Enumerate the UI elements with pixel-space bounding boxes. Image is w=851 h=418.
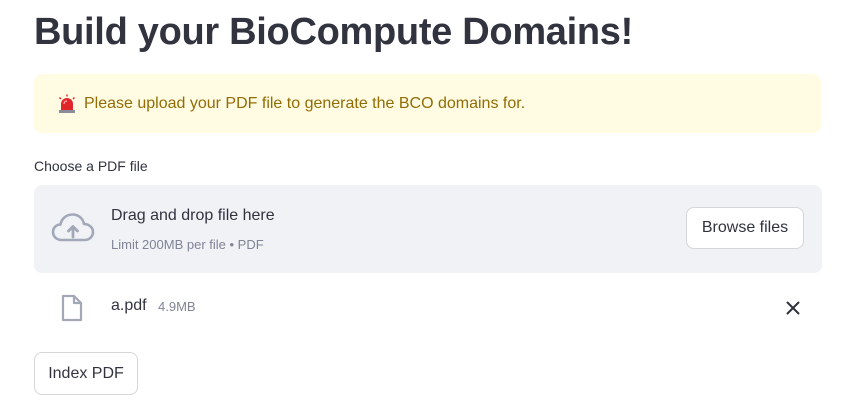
app-page: Build your BioCompute Domains! Please up… <box>0 0 851 418</box>
cloud-upload-icon <box>51 211 95 245</box>
alert-message: Please upload your PDF file to generate … <box>84 94 526 112</box>
uploaded-file-name: a.pdf <box>111 297 147 314</box>
file-uploader-label: Choose a PDF file <box>34 158 148 174</box>
warning-alert: Please upload your PDF file to generate … <box>34 74 821 133</box>
page-title: Build your BioCompute Domains! <box>34 11 634 53</box>
dropzone-title: Drag and drop file here <box>111 207 275 224</box>
dropzone-limit-text: Limit 200MB per file • PDF <box>111 237 264 252</box>
file-dropzone[interactable]: Drag and drop file here Limit 200MB per … <box>34 185 822 273</box>
index-pdf-button[interactable]: Index PDF <box>34 352 138 395</box>
uploaded-file-item: a.pdf 4.9MB <box>34 288 822 328</box>
browse-files-button[interactable]: Browse files <box>686 207 804 249</box>
uploaded-file-size: 4.9MB <box>158 299 196 314</box>
rotating-light-icon <box>56 93 78 115</box>
remove-file-button[interactable] <box>780 295 806 321</box>
close-icon <box>786 301 800 315</box>
file-icon <box>61 294 83 322</box>
